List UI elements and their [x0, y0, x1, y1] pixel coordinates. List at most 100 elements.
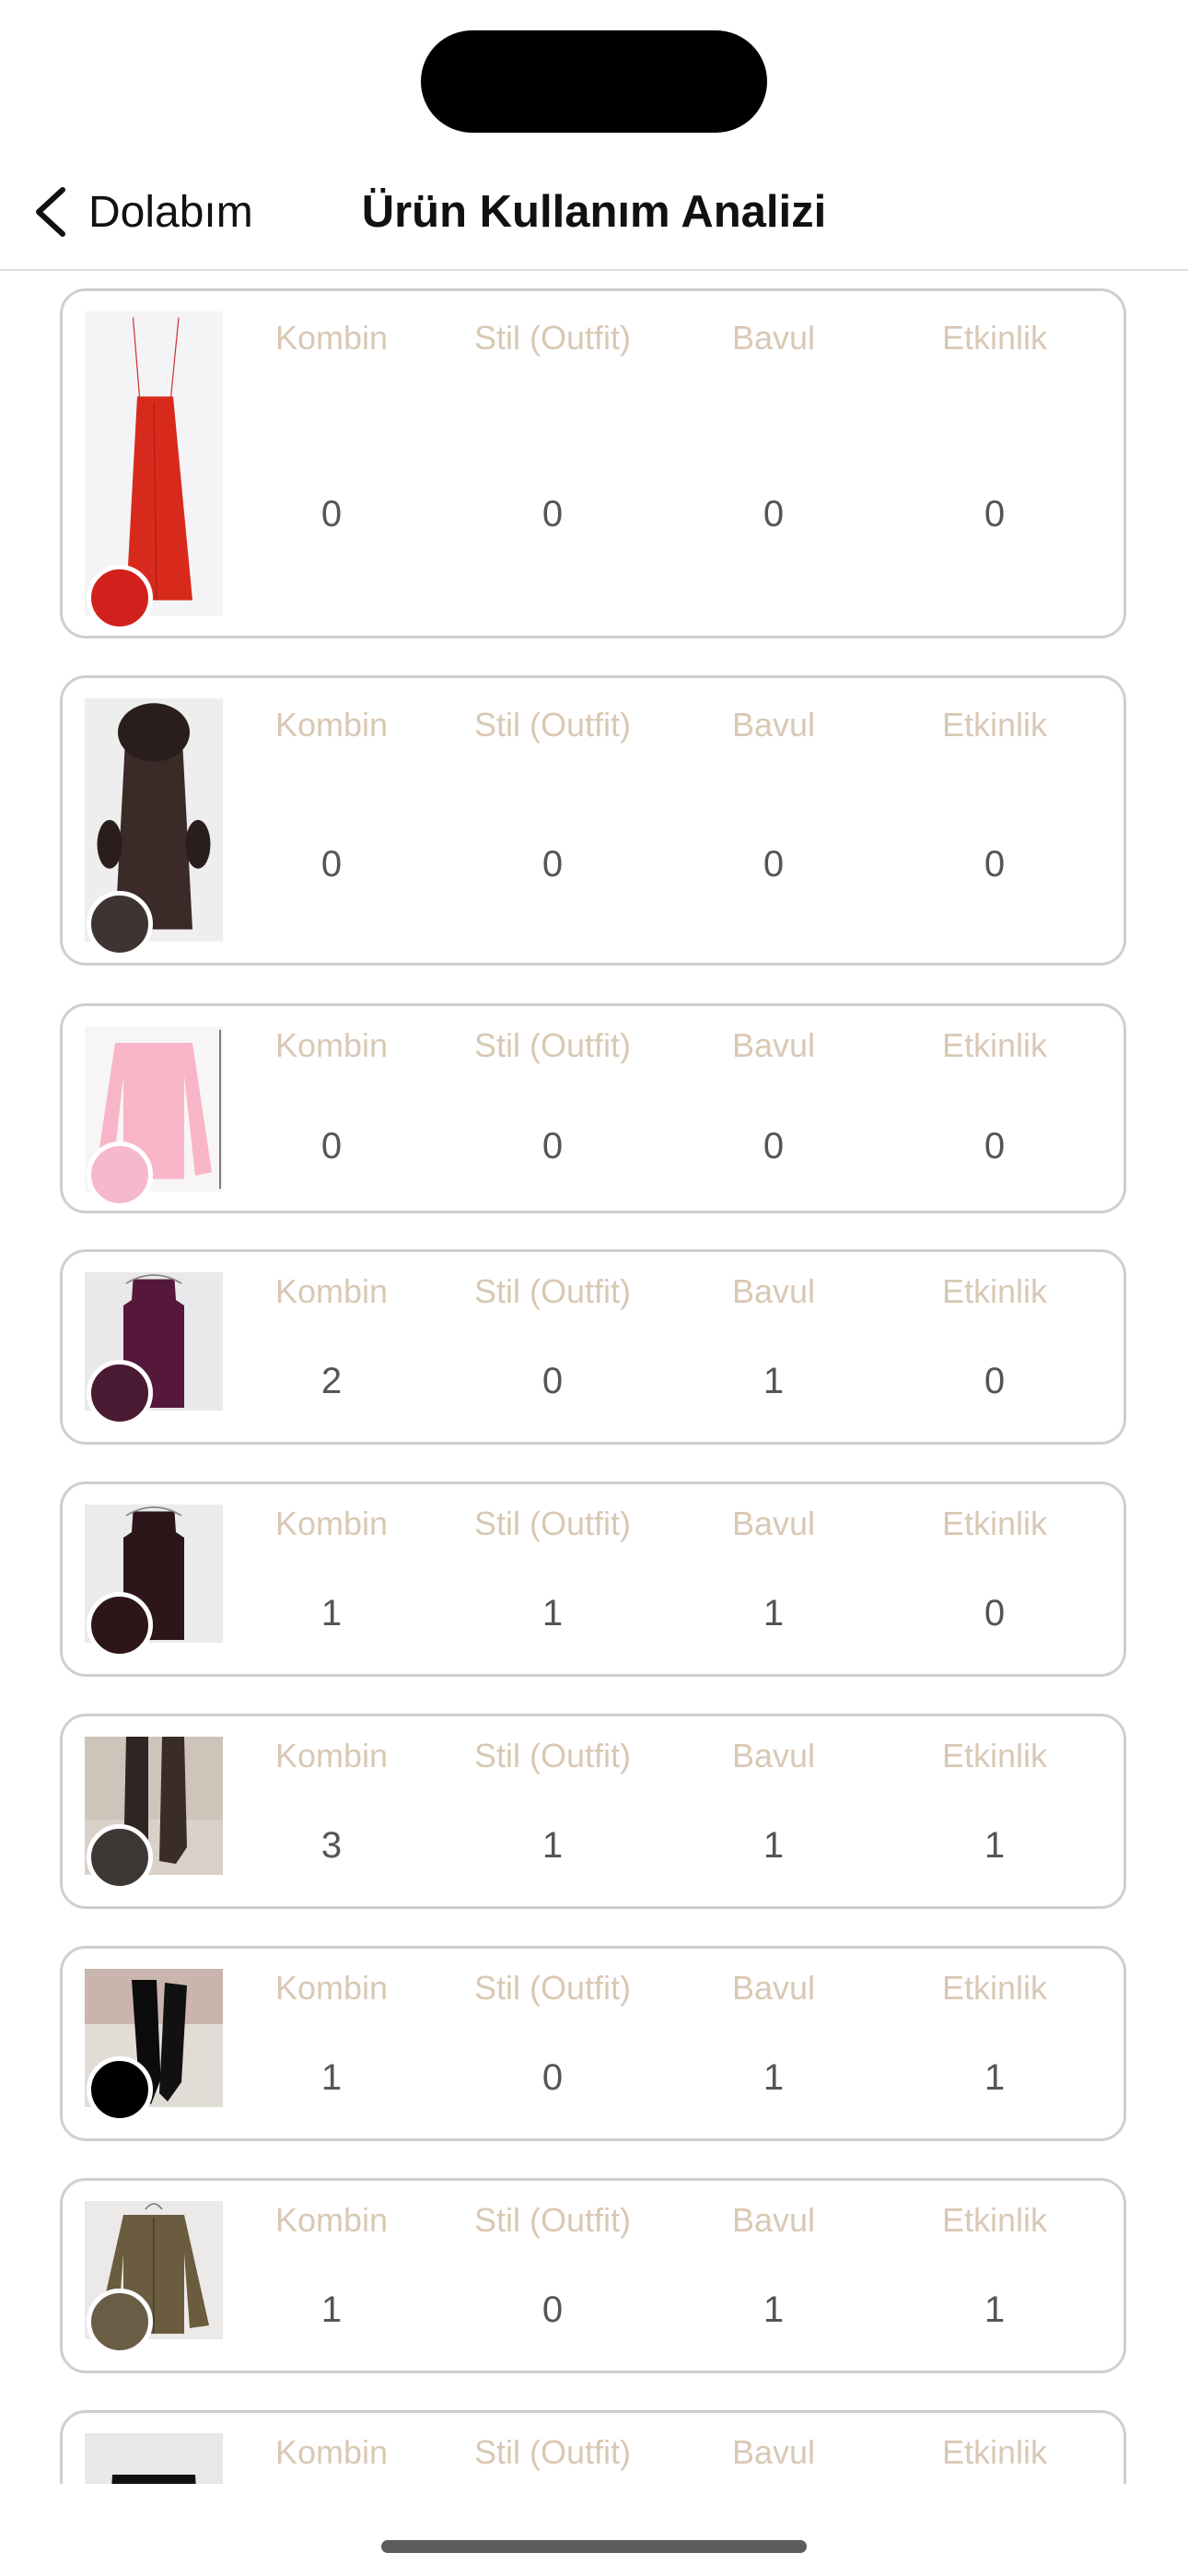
metric-kombin: Kombin 0	[221, 319, 442, 632]
metric-kombin: Kombin 2	[221, 1272, 442, 1438]
color-swatch	[87, 2289, 153, 2355]
metric-kombin: Kombin 1	[221, 2201, 442, 2367]
metric-label: Etkinlik	[941, 2433, 1048, 2471]
metric-label: Etkinlik	[941, 1969, 1048, 2007]
usage-card-olive-cardigan[interactable]: Kombin 1 Stil (Outfit) 0 Bavul 1 Etkinlik 1	[60, 2178, 1126, 2373]
item-thumbnail[interactable]	[85, 2433, 223, 2484]
metric-value: 0	[542, 2057, 564, 2098]
metric-label: Etkinlik	[941, 319, 1048, 357]
metric-stil-outfit: Stil (Outfit) 0	[442, 1969, 663, 2135]
metric-label: Stil (Outfit)	[473, 1272, 631, 1310]
home-indicator[interactable]	[381, 2540, 807, 2553]
metric-label: Bavul	[731, 706, 816, 744]
metric-label: Etkinlik	[941, 2201, 1048, 2239]
metric-label: Kombin	[274, 1505, 389, 1542]
usage-card-red-slip-dress[interactable]: Kombin 0 Stil (Outfit) 0 Bavul 0 Etkinlik 0	[60, 288, 1126, 638]
usage-card-plum-sleeveless-top[interactable]: Kombin 2 Stil (Outfit) 0 Bavul 1 Etkinlik 0	[60, 1249, 1126, 1445]
metric-label: Bavul	[731, 1505, 816, 1542]
metric-stil-outfit: Stil (Outfit) 0	[442, 706, 663, 959]
metric-value: 0	[320, 1126, 343, 1166]
metric-value: 0	[320, 494, 343, 534]
metric-label: Etkinlik	[941, 1272, 1048, 1310]
metric-stil-outfit: Stil (Outfit) 1	[442, 1505, 663, 1670]
metric-value: 2	[320, 1361, 343, 1401]
metric-label: Kombin	[274, 2433, 389, 2471]
item-thumbnail[interactable]	[85, 1272, 223, 1426]
metric-value: 1	[763, 2057, 785, 2098]
metric-kombin: Kombin 1	[221, 1505, 442, 1670]
metric-kombin: Kombin 0	[221, 706, 442, 959]
metric-value: 1	[984, 2057, 1006, 2098]
metric-bavul: Bavul 0	[663, 706, 884, 959]
metric-value: 0	[542, 844, 564, 884]
item-thumbnail[interactable]	[85, 2201, 223, 2355]
metric-label: Kombin	[274, 1272, 389, 1310]
metric-value: 0	[542, 1361, 564, 1401]
color-swatch	[87, 1592, 153, 1658]
color-swatch	[87, 565, 153, 631]
item-thumbnail[interactable]	[85, 1026, 223, 1208]
usage-card-black-trousers[interactable]: Kombin Stil (Outfit) Bavul Etkinlik	[60, 2410, 1126, 2484]
metric-value: 1	[763, 1825, 785, 1866]
metric-label: Kombin	[274, 2201, 389, 2239]
usage-card-brown-boots[interactable]: Kombin 3 Stil (Outfit) 1 Bavul 1 Etkinlik 1	[60, 1714, 1126, 1909]
item-thumbnail[interactable]	[85, 311, 223, 631]
metric-value: 0	[984, 494, 1006, 534]
item-thumbnail[interactable]	[85, 1505, 223, 1658]
metric-label: Bavul	[731, 2433, 816, 2471]
color-swatch	[87, 891, 153, 957]
metric-label: Etkinlik	[941, 1737, 1048, 1774]
metric-etkinlik: Etkinlik 0	[884, 1026, 1105, 1207]
metric-label: Kombin	[274, 1737, 389, 1774]
metric-label: Etkinlik	[941, 1026, 1048, 1064]
usage-card-fur-trim-leather-coat[interactable]: Kombin 0 Stil (Outfit) 0 Bavul 0 Etkinlik 0	[60, 675, 1126, 966]
metric-value: 0	[984, 1361, 1006, 1401]
usage-card-dark-sleeveless-top[interactable]: Kombin 1 Stil (Outfit) 1 Bavul 1 Etkinlik 0	[60, 1481, 1126, 1677]
metric-etkinlik: Etkinlik 0	[884, 319, 1105, 632]
metric-value: 1	[763, 2289, 785, 2330]
item-thumbnail[interactable]	[85, 698, 223, 957]
metric-value: 1	[763, 1361, 785, 1401]
metric-value: 0	[763, 1126, 785, 1166]
metric-label: Stil (Outfit)	[473, 1969, 631, 2007]
metric-etkinlik: Etkinlik 0	[884, 1505, 1105, 1670]
metric-etkinlik: Etkinlik 0	[884, 706, 1105, 959]
usage-card-black-boots[interactable]: Kombin 1 Stil (Outfit) 0 Bavul 1 Etkinlik 1	[60, 1946, 1126, 2141]
metric-bavul: Bavul 1	[663, 1505, 884, 1670]
metric-label: Kombin	[274, 1969, 389, 2007]
metric-bavul: Bavul	[663, 2433, 884, 2484]
metric-label: Stil (Outfit)	[473, 2433, 631, 2471]
usage-card-pink-knit-sweater[interactable]: Kombin 0 Stil (Outfit) 0 Bavul 0 Etkinlik 0	[60, 1003, 1126, 1213]
metric-bavul: Bavul 1	[663, 1737, 884, 1903]
color-swatch	[87, 1142, 153, 1208]
metric-stil-outfit: Stil (Outfit) 0	[442, 2201, 663, 2367]
metric-stil-outfit: Stil (Outfit) 0	[442, 1272, 663, 1438]
metric-label: Etkinlik	[941, 1505, 1048, 1542]
item-thumbnail[interactable]	[85, 1969, 223, 2123]
usage-list[interactable]: Kombin 0 Stil (Outfit) 0 Bavul 0 Etkinlik 0 Kom…	[0, 271, 1188, 2484]
metric-kombin: Kombin 3	[221, 1737, 442, 1903]
metric-label: Stil (Outfit)	[473, 1737, 631, 1774]
metric-label: Stil (Outfit)	[473, 706, 631, 744]
metric-value: 1	[984, 2289, 1006, 2330]
metric-value: 0	[542, 494, 564, 534]
metric-label: Stil (Outfit)	[473, 1505, 631, 1542]
metric-bavul: Bavul 1	[663, 1272, 884, 1438]
metric-label: Bavul	[731, 319, 816, 357]
item-thumbnail[interactable]	[85, 1737, 223, 1891]
metric-label: Bavul	[731, 2201, 816, 2239]
metric-value: 1	[320, 1593, 343, 1633]
metric-value: 0	[984, 1593, 1006, 1633]
metric-kombin: Kombin	[221, 2433, 442, 2484]
metric-value: 0	[542, 2289, 564, 2330]
metric-etkinlik: Etkinlik 0	[884, 1272, 1105, 1438]
metric-label: Kombin	[274, 319, 389, 357]
metric-label: Stil (Outfit)	[473, 2201, 631, 2239]
metric-stil-outfit: Stil (Outfit) 1	[442, 1737, 663, 1903]
metric-label: Etkinlik	[941, 706, 1048, 744]
page-title: Ürün Kullanım Analizi	[361, 187, 827, 237]
metric-bavul: Bavul 1	[663, 1969, 884, 2135]
metric-stil-outfit: Stil (Outfit)	[442, 2433, 663, 2484]
metric-value: 0	[763, 494, 785, 534]
metric-etkinlik: Etkinlik 1	[884, 1737, 1105, 1903]
